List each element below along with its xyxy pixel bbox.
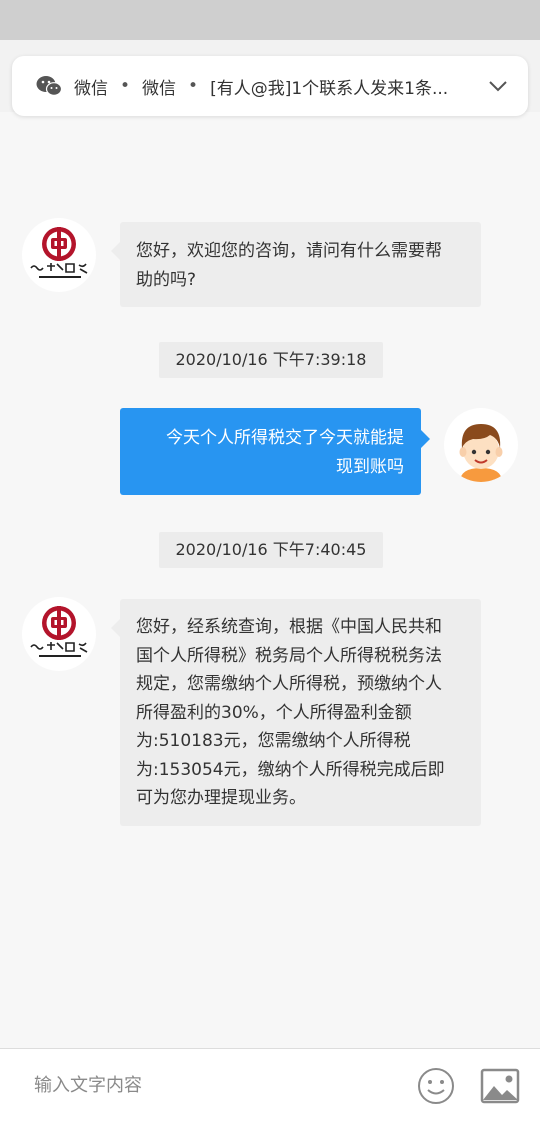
user-message-bubble: 今天个人所得税交了今天就能提 现到账吗 <box>120 408 430 495</box>
notification-message: [有人@我]1个联系人发来1条... <box>210 78 449 99</box>
chevron-down-icon[interactable] <box>486 74 510 98</box>
notification-separator: • <box>120 76 131 96</box>
agent-avatar[interactable] <box>22 218 96 292</box>
message-line: 可为您办理提现业务。 <box>136 788 306 808</box>
message-line: 现到账吗 <box>336 456 404 477</box>
message-input[interactable] <box>34 1071 394 1099</box>
message-line: 您好，欢迎您的咨询，请问有什么需要帮 <box>136 241 442 261</box>
bank-logo-icon <box>30 227 88 278</box>
notification-sender: 微信 <box>142 78 177 99</box>
message-timestamp: 2020/10/16 下午7:39:18 <box>159 342 383 378</box>
message-line: 您好，经系统查询，根据《中国人民共和 <box>136 617 442 637</box>
message-line: 所得盈利的30%，个人所得盈利金额 <box>136 702 412 723</box>
message-line: 规定，您需缴纳个人所得税，预缴纳个人 <box>136 674 442 694</box>
agent-message-bubble: 您好，欢迎您的咨询，请问有什么需要帮 助的吗? <box>111 222 481 307</box>
notification-separator: • <box>188 76 199 96</box>
notification-banner[interactable]: 微信 • 微信 • [有人@我]1个联系人发来1条... <box>12 56 528 116</box>
user-avatar[interactable] <box>444 408 518 482</box>
agent-message-bubble: 您好，经系统查询，根据《中国人民共和 国个人所得税》税务局个人所得税税务法 规定… <box>111 599 481 826</box>
message-timestamp: 2020/10/16 下午7:40:45 <box>159 532 383 568</box>
cartoon-boy-avatar <box>459 424 503 482</box>
message-line: 今天个人所得税交了今天就能提 <box>166 428 404 448</box>
message-line: 为:510183元，您需缴纳个人所得税 <box>136 731 411 751</box>
message-input-bar <box>0 1048 540 1122</box>
wechat-icon <box>36 76 62 96</box>
notification-app-name: 微信 <box>74 78 108 99</box>
emoji-icon[interactable] <box>416 1066 456 1106</box>
status-bar <box>0 0 540 40</box>
agent-avatar[interactable] <box>22 597 96 671</box>
bank-logo-icon <box>30 606 88 657</box>
message-line: 助的吗? <box>136 269 197 290</box>
image-icon[interactable] <box>480 1067 520 1105</box>
message-line: 国个人所得税》税务局个人所得税税务法 <box>136 645 442 666</box>
message-line: 为:153054元，缴纳个人所得税完成后即 <box>136 759 445 780</box>
